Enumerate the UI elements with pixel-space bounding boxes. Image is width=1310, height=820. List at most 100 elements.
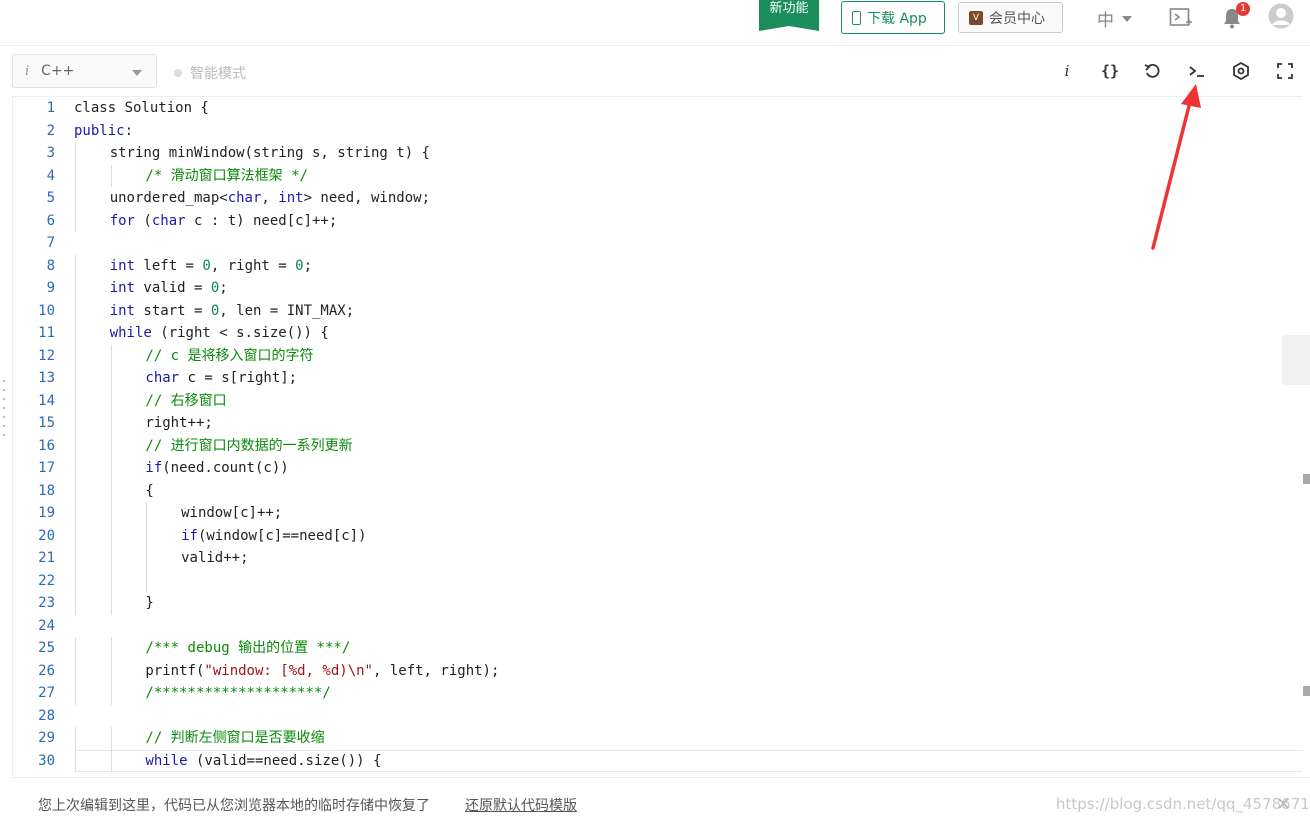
code-token: string minWindow(string s, string t) { <box>109 145 430 161</box>
vip-center-button[interactable]: V 会员中心 <box>958 2 1063 33</box>
code-line[interactable]: 29 // 判断左侧窗口是否要收缩 <box>13 727 1306 750</box>
code-line[interactable]: 24 <box>13 615 1306 638</box>
indent-guide <box>146 502 148 525</box>
code-line[interactable]: 7 <box>13 232 1306 255</box>
editor-scrollbar[interactable] <box>1302 96 1310 776</box>
indent-guide <box>146 524 148 547</box>
line-number: 28 <box>38 707 55 724</box>
indent-guide <box>75 142 76 165</box>
code-editor[interactable]: 1 class Solution {2 public: 3 string minWind… <box>12 96 1306 776</box>
code-line[interactable]: 11 while (right < s.size()) { <box>13 322 1306 345</box>
line-number: 18 <box>38 482 55 499</box>
resize-handle[interactable] <box>3 380 7 436</box>
indent-guide <box>75 659 76 682</box>
code-token: unordered_map< <box>109 190 228 206</box>
indent-guide <box>110 434 112 457</box>
line-number: 3 <box>46 145 55 161</box>
code-line[interactable]: 28 <box>13 705 1306 728</box>
indent-guide <box>75 569 76 592</box>
code-line[interactable]: 17 if(need.count(c)) <box>13 457 1306 480</box>
code-text: int start = 0, len = INT_MAX; <box>110 300 354 322</box>
code-line[interactable]: 5 unordered_map<char, int> need, window; <box>13 187 1306 210</box>
code-token: , <box>261 190 279 206</box>
line-number: 4 <box>46 167 55 184</box>
line-number: 19 <box>38 505 55 521</box>
annotation-arrow <box>1151 84 1201 250</box>
side-panel-tab[interactable] <box>1282 335 1310 385</box>
restore-default-template-link[interactable]: 还原默认代码模版 <box>465 795 577 815</box>
indent-guide <box>75 277 76 300</box>
language-switcher[interactable]: 中 <box>1097 6 1132 31</box>
avatar[interactable] <box>1268 3 1294 29</box>
indent-guide <box>75 187 76 210</box>
line-number: 13 <box>38 370 55 386</box>
format-code-button[interactable]: {} <box>1097 59 1123 83</box>
indent-guide <box>110 502 112 525</box>
code-token: int <box>278 190 304 206</box>
code-token: c = s[right]; <box>179 370 298 386</box>
code-line[interactable]: 12 // c 是将移入窗口的字符 <box>13 344 1306 367</box>
language-select[interactable]: i C++ <box>12 54 157 88</box>
code-line[interactable]: 30 while (valid==need.size()) { <box>13 749 1306 772</box>
indent-guide <box>110 412 112 435</box>
code-line[interactable]: 10 int start = 0, len = INT_MAX; <box>13 299 1306 322</box>
info-button[interactable]: i <box>1054 59 1080 83</box>
line-number: 23 <box>38 595 55 611</box>
code-line[interactable]: 19 window[c]++; <box>13 502 1306 525</box>
line-number: 16 <box>38 437 55 454</box>
code-token: // c 是将移入窗口的字符 <box>145 347 314 364</box>
code-line[interactable]: 6 for (char c : t) need[c]++; <box>13 209 1306 232</box>
settings-button[interactable] <box>1228 59 1254 83</box>
indent-guide <box>75 434 76 457</box>
new-feature-ribbon[interactable]: 新功能 <box>759 0 819 31</box>
line-number: 30 <box>38 752 55 769</box>
indent-guide <box>75 412 76 435</box>
line-number: 5 <box>46 190 55 206</box>
code-line[interactable]: 13 char c = s[right]; <box>13 367 1306 390</box>
code-line[interactable]: 21 valid++; <box>13 547 1306 570</box>
line-number: 22 <box>38 572 55 589</box>
code-line[interactable]: 26 printf("window: [%d, %d)\n", left, rig… <box>13 659 1306 682</box>
close-icon[interactable]: ✕ <box>1276 794 1291 815</box>
indent-guide <box>75 502 76 525</box>
code-line[interactable]: 9 int valid = 0; <box>13 277 1306 300</box>
smart-mode-toggle[interactable]: 智能模式 <box>174 63 246 83</box>
code-token: char <box>227 190 262 206</box>
code-token: (right < s.size()) { <box>151 325 329 341</box>
code-line[interactable]: 2 public: <box>13 120 1306 143</box>
code-line[interactable]: 3 string minWindow(string s, string t) { <box>13 142 1306 165</box>
code-line[interactable]: 8 int left = 0, right = 0; <box>13 254 1306 277</box>
code-line[interactable]: 22 <box>13 569 1306 592</box>
code-line[interactable]: 23} <box>13 592 1306 615</box>
code-text: // 判断左侧窗口是否要收缩 <box>145 727 324 749</box>
line-number: 6 <box>46 212 55 229</box>
code-line[interactable]: 20 if(window[c]==need[c]) <box>13 524 1306 547</box>
code-token: window[c]++; <box>181 505 283 521</box>
indent-guide <box>110 524 112 547</box>
fullscreen-button[interactable] <box>1272 59 1298 83</box>
code-text: window[c]++; <box>181 502 282 524</box>
chevron-down-icon <box>132 70 142 76</box>
code-line[interactable]: 1 class Solution { <box>13 97 1306 120</box>
code-line[interactable]: 18 { <box>13 479 1306 502</box>
code-token: ; <box>303 257 313 274</box>
code-text: { <box>145 480 153 502</box>
code-text: while (right < s.size()) { <box>110 322 329 344</box>
code-token: char <box>151 212 186 229</box>
line-number: 10 <box>38 302 55 319</box>
scrollbar-marker <box>1303 474 1310 484</box>
playground-icon[interactable] <box>1168 6 1194 30</box>
code-token: int <box>109 257 135 274</box>
indent-guide <box>75 457 76 480</box>
code-token: (need.count(c)) <box>162 460 289 476</box>
line-number: 25 <box>38 640 55 656</box>
indent-guide <box>75 367 76 390</box>
code-line[interactable]: 16 // 进行窗口内数据的一系列更新 <box>13 434 1306 457</box>
code-line[interactable]: 27 /********************/ <box>13 682 1306 705</box>
code-line[interactable]: 14 // 右移窗口 <box>13 389 1306 412</box>
gear-icon <box>1233 61 1249 81</box>
download-app-button[interactable]: 下载 App <box>841 1 945 34</box>
code-line[interactable]: 4 /* 滑动窗口算法框架 */ <box>13 164 1306 187</box>
code-line[interactable]: 15 right++; <box>13 412 1306 435</box>
code-line[interactable]: 25 /*** debug 输出的位置 ***/ <box>13 637 1306 660</box>
